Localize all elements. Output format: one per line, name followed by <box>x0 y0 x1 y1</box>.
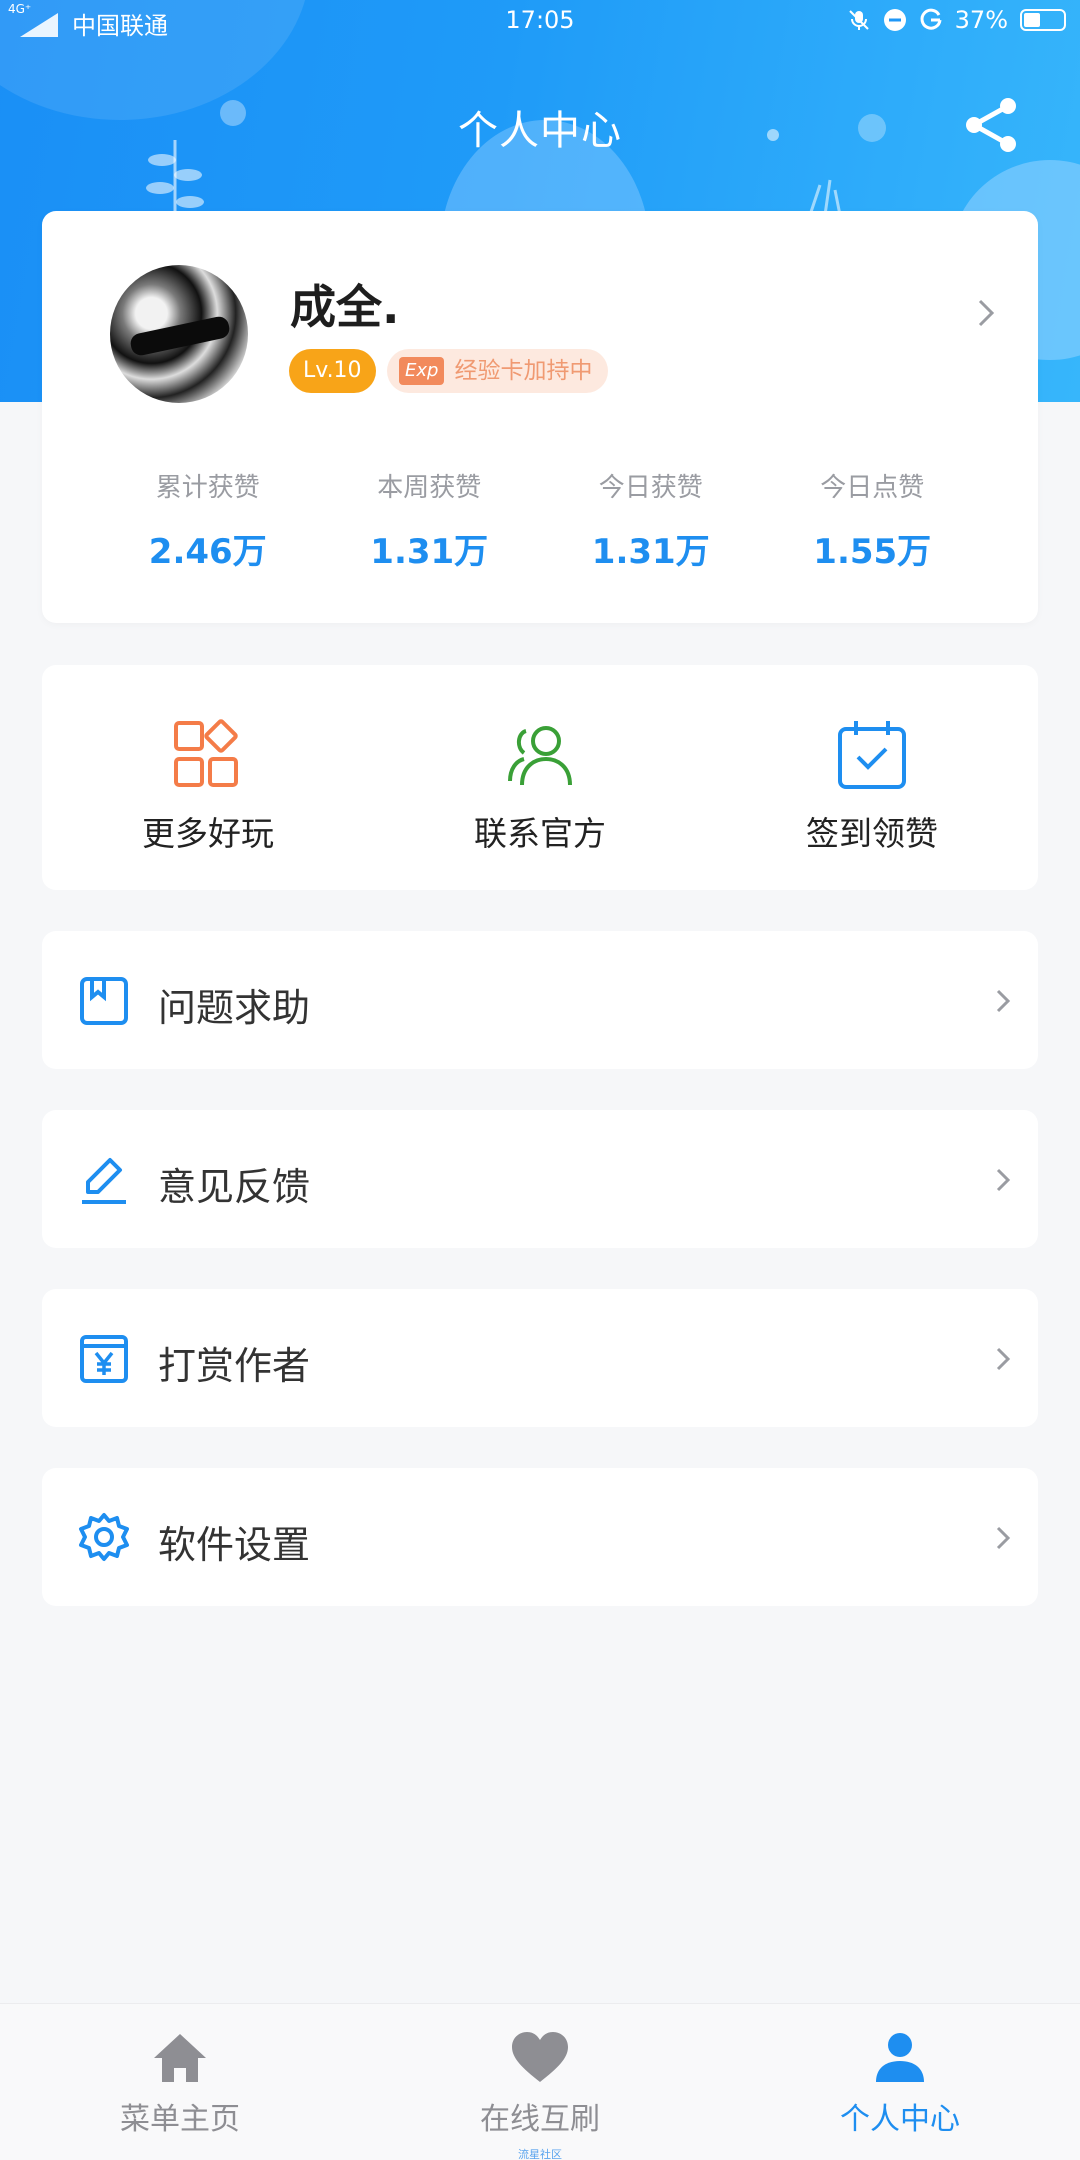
nav-label: 菜单主页 <box>120 2102 240 2137</box>
chevron-right-icon <box>996 1168 1011 1192</box>
status-bar: 4G⁺ 中国联通 17:05 37% <box>0 0 1080 44</box>
quick-action-label: 签到领赞 <box>806 814 938 853</box>
quick-action-label: 更多好玩 <box>142 814 274 853</box>
stat-today-likes: 今日获赞 1.31万 <box>540 467 762 573</box>
do-not-disturb-icon <box>883 9 906 31</box>
stat-value: 1.55万 <box>813 532 932 572</box>
grass-decoration-icon <box>808 179 842 215</box>
stats-row: 累计获赞 2.46万 本周获赞 1.31万 今日获赞 1.31万 今日点赞 1.… <box>42 467 1038 573</box>
menu-item-feedback[interactable]: 意见反馈 <box>42 1110 1038 1248</box>
profile-card[interactable]: 成全. Lv.10 Exp 经验卡加持中 累计获赞 2.46万 本周获赞 1.3… <box>42 211 1038 623</box>
menu-item-donate[interactable]: 打赏作者 <box>42 1289 1038 1427</box>
google-icon <box>920 8 942 30</box>
menu-label: 打赏作者 <box>158 1344 311 1388</box>
menu-item-settings[interactable]: 软件设置 <box>42 1468 1038 1606</box>
stat-label: 今日点赞 <box>820 473 925 503</box>
chevron-right-icon <box>996 1347 1011 1371</box>
more-fun-button[interactable]: 更多好玩 <box>42 665 374 890</box>
stat-value: 1.31万 <box>591 532 710 572</box>
yen-icon <box>80 1335 128 1383</box>
mute-icon <box>848 10 869 30</box>
stat-label: 今日获赞 <box>598 473 703 503</box>
grid-icon <box>174 719 238 787</box>
edit-icon <box>82 1158 126 1204</box>
calendar-check-icon <box>838 721 906 789</box>
users-icon <box>508 726 572 786</box>
exp-status: 经验卡加持中 <box>454 358 593 384</box>
level-badge: Lv.10 <box>289 349 376 393</box>
nav-label: 在线互刷 <box>480 2102 600 2137</box>
quick-action-label: 联系官方 <box>474 814 606 853</box>
heart-icon <box>512 2032 568 2082</box>
chevron-right-icon <box>996 1526 1011 1550</box>
bottom-nav: 菜单主页 在线互刷 流星社区 个人中心 <box>0 2003 1080 2160</box>
menu-label: 软件设置 <box>158 1523 311 1567</box>
contact-official-button[interactable]: 联系官方 <box>374 665 706 890</box>
battery-icon <box>1020 9 1066 31</box>
nav-item-profile[interactable]: 个人中心 <box>720 2004 1080 2160</box>
menu-label: 问题求助 <box>158 986 311 1030</box>
chevron-right-icon[interactable] <box>974 293 998 333</box>
gear-icon <box>79 1513 129 1561</box>
check-in-button[interactable]: 签到领赞 <box>706 665 1038 890</box>
user-icon <box>876 2033 924 2082</box>
stat-label: 累计获赞 <box>155 473 260 503</box>
stat-value: 1.31万 <box>370 532 489 572</box>
stat-value: 2.46万 <box>148 532 267 572</box>
bookmark-icon <box>80 977 128 1025</box>
quick-actions-card: 更多好玩 联系官方 签到领赞 <box>42 665 1038 890</box>
stat-today-given: 今日点赞 1.55万 <box>762 467 984 573</box>
stat-total-likes: 累计获赞 2.46万 <box>97 467 319 573</box>
page-title: 个人中心 <box>458 108 622 154</box>
share-icon[interactable] <box>960 94 1022 156</box>
username: 成全. <box>290 280 400 334</box>
stat-week-likes: 本周获赞 1.31万 <box>319 467 541 573</box>
exp-card-badge: Exp 经验卡加持中 <box>387 349 609 393</box>
exp-tag: Exp <box>399 357 445 385</box>
avatar[interactable] <box>110 265 248 403</box>
menu-label: 意见反馈 <box>158 1165 311 1209</box>
chevron-right-icon <box>996 989 1011 1013</box>
home-icon <box>154 2034 206 2082</box>
nav-label: 个人中心 <box>840 2102 960 2137</box>
nav-sublabel: 流星社区 <box>518 2148 562 2160</box>
nav-item-online[interactable]: 在线互刷 流星社区 <box>360 2004 720 2160</box>
menu-item-help[interactable]: 问题求助 <box>42 931 1038 1069</box>
nav-item-home[interactable]: 菜单主页 <box>0 2004 360 2160</box>
battery-percent: 37% <box>954 6 1008 34</box>
stat-label: 本周获赞 <box>377 473 482 503</box>
